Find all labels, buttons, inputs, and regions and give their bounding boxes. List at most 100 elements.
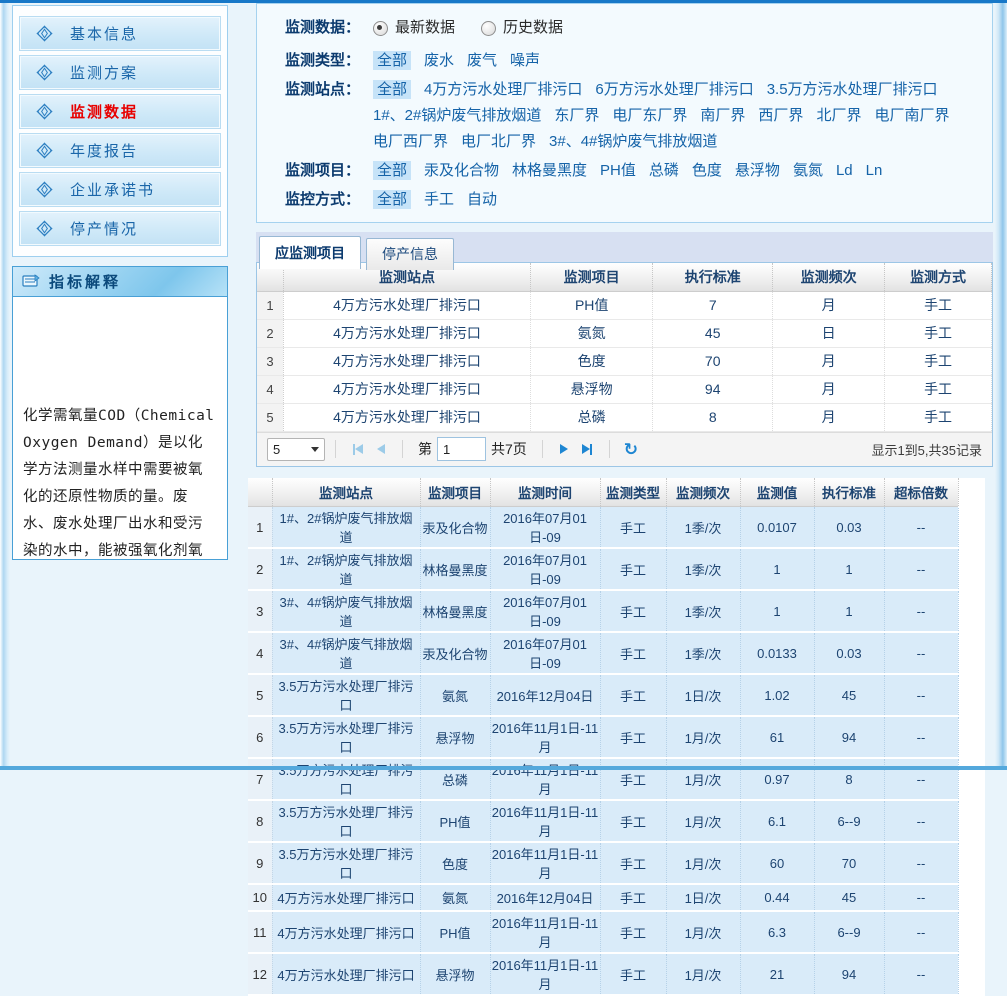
page-size-select[interactable]: 5 bbox=[267, 438, 325, 461]
radio-option-1[interactable]: 历史数据 bbox=[481, 15, 563, 41]
filter-option[interactable]: 手工 bbox=[424, 191, 454, 208]
cell: 1#、2#锅炉废气排放烟道 bbox=[272, 548, 420, 590]
cell: 1季/次 bbox=[666, 548, 740, 590]
cell: 94 bbox=[653, 375, 773, 403]
filter-option[interactable]: 3.5万方污水处理厂排污口 bbox=[767, 81, 938, 98]
cell: -- bbox=[884, 507, 958, 549]
filter-option[interactable]: 北厂界 bbox=[816, 107, 861, 124]
filter-option[interactable]: 汞及化合物 bbox=[424, 162, 499, 179]
radio-option-0[interactable]: 最新数据 bbox=[373, 15, 455, 41]
radio-icon bbox=[481, 21, 496, 36]
result-table-wrap: 监测站点监测项目监测时间监测类型监测频次监测值执行标准超标倍数 11#、2#锅炉… bbox=[248, 478, 993, 996]
cell: -- bbox=[884, 911, 958, 953]
cell: 汞及化合物 bbox=[420, 507, 490, 549]
sidebar-item-2[interactable]: 监测数据 bbox=[19, 94, 221, 129]
cell: 70 bbox=[653, 347, 773, 375]
tab-1[interactable]: 停产信息 bbox=[366, 238, 454, 270]
cell: 4万方污水处理厂排污口 bbox=[283, 375, 530, 403]
cell-filler bbox=[958, 953, 985, 995]
sidebar-item-label: 监测方案 bbox=[70, 62, 138, 83]
cell: 0.03 bbox=[814, 632, 884, 674]
cell: 4万方污水处理厂排污口 bbox=[283, 319, 530, 347]
filter-row-station: 监测站点： 全部4万方污水处理厂排污口6万方污水处理厂排污口3.5万方污水处理厂… bbox=[285, 77, 986, 155]
cell: -- bbox=[884, 632, 958, 674]
filter-option[interactable]: 电厂东厂界 bbox=[612, 107, 687, 124]
table-row: 83.5万方污水处理厂排污口PH值2016年11月1日-11月手工1月/次6.1… bbox=[248, 800, 985, 842]
monitor-type-options: 全部废水废气噪声 bbox=[373, 48, 986, 74]
page-layout: 基本信息监测方案监测数据年度报告企业承诺书停产情况 指标解释 化学需氧量COD（… bbox=[12, 3, 993, 996]
sidebar-item-0[interactable]: 基本信息 bbox=[19, 16, 221, 51]
cell: 1日/次 bbox=[666, 674, 740, 716]
filter-option[interactable]: 色度 bbox=[692, 162, 722, 179]
filter-option[interactable]: PH值 bbox=[600, 162, 636, 179]
next-page-button[interactable] bbox=[560, 444, 568, 454]
table-row: 24万方污水处理厂排污口氨氮45日手工 bbox=[257, 319, 992, 347]
filter-option[interactable]: 林格曼黑度 bbox=[512, 162, 587, 179]
first-page-button[interactable] bbox=[353, 444, 363, 455]
row-number: 7 bbox=[248, 758, 272, 800]
sidebar-item-label: 企业承诺书 bbox=[70, 179, 155, 200]
tab-0[interactable]: 应监测项目 bbox=[259, 236, 361, 269]
filter-option[interactable]: 悬浮物 bbox=[735, 162, 780, 179]
cell: 氨氮 bbox=[531, 319, 653, 347]
filter-label: 监控方式： bbox=[285, 187, 373, 213]
last-page-button[interactable] bbox=[582, 444, 592, 455]
cell: 总磷 bbox=[420, 758, 490, 800]
glossary-text: 化学需氧量COD（Chemical Oxygen Demand）是以化学方法测量… bbox=[23, 305, 217, 559]
filter-option[interactable]: Ln bbox=[866, 162, 883, 179]
sidebar-item-label: 监测数据 bbox=[70, 101, 138, 122]
filter-option[interactable]: 电厂西厂界 bbox=[373, 133, 448, 150]
sidebar-item-4[interactable]: 企业承诺书 bbox=[19, 172, 221, 207]
cell: 2016年11月1日-11月 bbox=[490, 842, 600, 884]
sidebar-item-3[interactable]: 年度报告 bbox=[19, 133, 221, 168]
filter-option[interactable]: 总磷 bbox=[649, 162, 679, 179]
filter-option[interactable]: 噪声 bbox=[510, 52, 540, 69]
filter-option[interactable]: 全部 bbox=[373, 161, 411, 180]
cell: 色度 bbox=[531, 347, 653, 375]
refresh-icon[interactable]: ↻ bbox=[624, 441, 638, 458]
cell-filler bbox=[958, 758, 985, 800]
filter-option[interactable]: 西厂界 bbox=[758, 107, 803, 124]
sidebar-item-label: 年度报告 bbox=[70, 140, 138, 161]
filter-option[interactable]: 1#、2#锅炉废气排放烟道 bbox=[373, 107, 541, 124]
filter-option[interactable]: 氨氮 bbox=[793, 162, 823, 179]
sidebar-item-1[interactable]: 监测方案 bbox=[19, 55, 221, 90]
filter-option[interactable]: 6万方污水处理厂排污口 bbox=[595, 81, 753, 98]
filter-option[interactable]: 废气 bbox=[467, 52, 497, 69]
row-number: 4 bbox=[257, 375, 283, 403]
cell: -- bbox=[884, 800, 958, 842]
page-number-input[interactable] bbox=[437, 437, 486, 461]
row-number: 3 bbox=[248, 590, 272, 632]
cell: 2016年07月01日-09 bbox=[490, 507, 600, 549]
cell: -- bbox=[884, 953, 958, 995]
cell: 手工 bbox=[600, 716, 666, 758]
filter-option[interactable]: 电厂北厂界 bbox=[461, 133, 536, 150]
filter-option[interactable]: 南厂界 bbox=[700, 107, 745, 124]
sidebar-item-5[interactable]: 停产情况 bbox=[19, 211, 221, 246]
filter-option[interactable]: 自动 bbox=[467, 191, 497, 208]
filter-option[interactable]: 东厂界 bbox=[554, 107, 599, 124]
cell: 45 bbox=[814, 884, 884, 911]
filter-option[interactable]: 3#、4#锅炉废气排放烟道 bbox=[549, 133, 717, 150]
table-row: 114万方污水处理厂排污口PH值2016年11月1日-11月手工1月/次6.36… bbox=[248, 911, 985, 953]
filter-option[interactable]: 废水 bbox=[424, 52, 454, 69]
filter-option[interactable]: 全部 bbox=[373, 80, 411, 99]
cell: 6.3 bbox=[740, 911, 814, 953]
cell: 1日/次 bbox=[666, 884, 740, 911]
prev-page-button[interactable] bbox=[377, 444, 385, 454]
filter-option[interactable]: 全部 bbox=[373, 51, 411, 70]
cell-filler bbox=[958, 548, 985, 590]
glossary-body: 化学需氧量COD（Chemical Oxygen Demand）是以化学方法测量… bbox=[13, 297, 227, 559]
filter-option[interactable]: Ld bbox=[836, 162, 853, 179]
cell: 4万方污水处理厂排污口 bbox=[283, 347, 530, 375]
table-row: 44万方污水处理厂排污口悬浮物94月手工 bbox=[257, 375, 992, 403]
cell: 月 bbox=[773, 291, 885, 319]
column-header-filler bbox=[958, 478, 985, 507]
table-row: 43#、4#锅炉废气排放烟道汞及化合物2016年07月01日-09手工1季/次0… bbox=[248, 632, 985, 674]
cell: 1 bbox=[814, 590, 884, 632]
cell: 0.03 bbox=[814, 507, 884, 549]
table-row: 63.5万方污水处理厂排污口悬浮物2016年11月1日-11月手工1月/次619… bbox=[248, 716, 985, 758]
filter-option[interactable]: 4万方污水处理厂排污口 bbox=[424, 81, 582, 98]
filter-option[interactable]: 电厂南厂界 bbox=[874, 107, 949, 124]
filter-option[interactable]: 全部 bbox=[373, 190, 411, 209]
